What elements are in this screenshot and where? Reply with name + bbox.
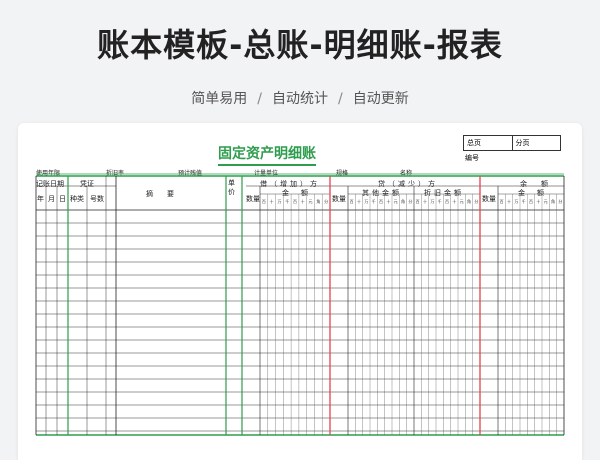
- digit-label: 角: [551, 198, 555, 204]
- digit-label: 十: [270, 198, 274, 204]
- col-date-group: 记账日期: [36, 180, 64, 188]
- digit-label: 百: [350, 199, 354, 204]
- digit-label: 万: [430, 199, 434, 204]
- digit-label: 十: [301, 198, 305, 204]
- digit-label: 万: [364, 199, 368, 204]
- col-other-amount: 其他金额: [362, 189, 402, 197]
- digit-label: 千: [285, 198, 289, 204]
- col-balance-qty: 数量: [482, 195, 496, 203]
- digit-label: 千: [522, 198, 526, 204]
- digit-label: 万: [277, 199, 281, 204]
- feature-easy: 简单易用: [191, 91, 248, 107]
- digit-label: 百: [262, 199, 266, 204]
- digit-label: 十: [536, 198, 540, 204]
- digit-label: 角: [316, 198, 320, 204]
- ledger-grid: 百十万千百十元角分百十万千百十元角分百十万千百十元角分百十万千百十元角分: [35, 173, 565, 436]
- digit-label: 元: [460, 199, 464, 204]
- col-debit-amount: 金额: [282, 189, 320, 197]
- digit-label: 元: [544, 199, 548, 204]
- col-credit-qty: 数量: [332, 195, 346, 203]
- digit-label: 百: [379, 199, 383, 204]
- separator: /: [257, 91, 262, 107]
- digit-label: 千: [438, 198, 442, 204]
- col-number: 号数: [90, 195, 104, 203]
- col-depreciation-amount: 折旧金额: [424, 189, 464, 197]
- digit-label: 百: [293, 199, 297, 204]
- digit-label: 百: [529, 199, 533, 204]
- digit-label: 百: [416, 199, 420, 204]
- digit-label: 角: [467, 198, 471, 204]
- digit-label: 百: [500, 199, 504, 204]
- page-title: 账本模板-总账-明细账-报表: [97, 26, 503, 64]
- digit-label: 元: [394, 199, 398, 204]
- feature-auto-update: 自动更新: [352, 91, 409, 107]
- col-year: 年: [37, 195, 44, 203]
- digit-label: 千: [372, 198, 376, 204]
- digit-label: 十: [386, 198, 390, 204]
- feature-auto-stat: 自动统计: [272, 91, 328, 107]
- digit-label: 十: [357, 198, 361, 204]
- col-summary: 摘要: [146, 190, 188, 198]
- digit-label: 十: [452, 198, 456, 204]
- digit-label: 分: [408, 198, 412, 204]
- separator: /: [338, 91, 343, 107]
- digit-label: 万: [514, 199, 518, 204]
- digit-label: 分: [474, 198, 478, 204]
- digit-label: 元: [309, 199, 313, 204]
- col-kind: 种类: [70, 195, 84, 203]
- digit-label: 分: [558, 198, 562, 204]
- col-debit-qty: 数量: [246, 195, 260, 203]
- ledger-sheet: 固定资产明细账 总页 分页 编号 使用年限 折旧率 预计残值 计量单位 规格 名…: [18, 123, 582, 460]
- col-voucher-group: 凭证: [80, 180, 94, 188]
- digit-label: 十: [507, 198, 511, 204]
- col-balance-amount: 金额: [518, 189, 556, 197]
- digit-label: 百: [445, 199, 449, 204]
- col-day: 日: [59, 195, 66, 203]
- digit-label: 角: [401, 198, 405, 204]
- col-unit-price: 单价: [228, 179, 235, 196]
- col-month: 月: [48, 195, 55, 203]
- digit-label: 十: [423, 198, 427, 204]
- digit-label: 分: [324, 198, 328, 204]
- subtitle: 简单易用 / 自动统计 / 自动更新: [0, 88, 600, 108]
